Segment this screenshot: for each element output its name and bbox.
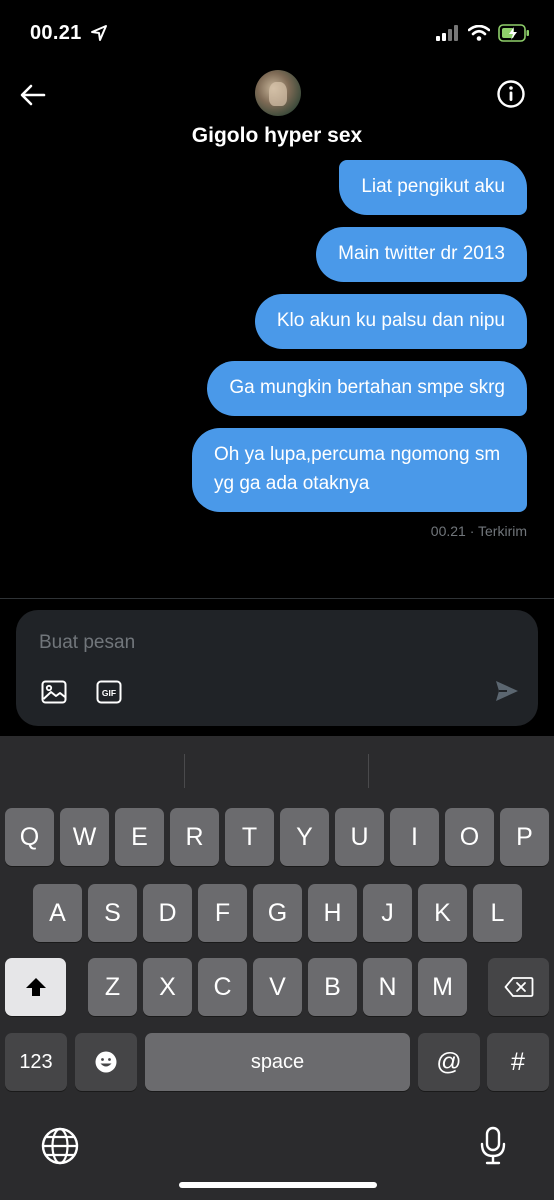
message-composer: GIF [16,610,538,726]
key-f[interactable]: F [198,884,247,942]
key-z[interactable]: Z [88,958,137,1016]
message-bubble[interactable]: Ga mungkin bertahan smpe skrg [207,361,527,416]
location-arrow-icon [91,25,107,41]
conversation-header: Gigolo hyper sex [0,66,554,162]
at-key[interactable]: @ [418,1033,480,1091]
status-time: 00.21 [30,22,82,44]
key-i[interactable]: I [390,808,439,866]
key-s[interactable]: S [88,884,137,942]
shift-icon [25,978,46,996]
key-u[interactable]: U [335,808,384,866]
numbers-key[interactable]: 123 [5,1033,67,1091]
space-key[interactable]: space [145,1033,410,1091]
home-indicator [179,1182,377,1188]
message-bubble[interactable]: Oh ya lupa,percuma ngomong sm yg ga ada … [192,428,527,512]
gif-icon[interactable]: GIF [96,680,122,704]
key-n[interactable]: N [363,958,412,1016]
message-input[interactable] [39,632,459,654]
key-a[interactable]: A [33,884,82,942]
key-d[interactable]: D [143,884,192,942]
hash-key[interactable]: # [487,1033,549,1091]
message-bubble[interactable]: Main twitter dr 2013 [316,227,527,282]
key-c[interactable]: C [198,958,247,1016]
key-q[interactable]: Q [5,808,54,866]
key-g[interactable]: G [253,884,302,942]
wifi-icon [468,25,490,41]
status-bar: 00.21 [0,0,554,66]
backspace-icon [504,977,533,997]
suggestion-separator [368,754,369,788]
delete-key[interactable] [488,958,549,1016]
key-e[interactable]: E [115,808,164,866]
key-v[interactable]: V [253,958,302,1016]
key-y[interactable]: Y [280,808,329,866]
key-j[interactable]: J [363,884,412,942]
key-w[interactable]: W [60,808,109,866]
key-b[interactable]: B [308,958,357,1016]
image-icon[interactable] [41,680,67,704]
key-l[interactable]: L [473,884,522,942]
key-r[interactable]: R [170,808,219,866]
key-k[interactable]: K [418,884,467,942]
status-indicators [436,22,530,44]
emoji-icon [95,1051,117,1073]
keyboard: Q W E R T Y U I O P A S D F G H J K L Z … [0,736,554,1200]
emoji-key[interactable] [75,1033,137,1091]
shift-key[interactable] [5,958,66,1016]
microphone-icon[interactable] [478,1126,508,1166]
key-t[interactable]: T [225,808,274,866]
contact-name[interactable]: Gigolo hyper sex [0,124,554,148]
send-icon[interactable] [494,678,520,704]
key-p[interactable]: P [500,808,549,866]
battery-icon [498,24,529,42]
arrow-left-icon[interactable] [18,80,48,110]
suggestion-separator [184,754,185,788]
message-bubble[interactable]: Liat pengikut aku [339,160,527,215]
globe-icon[interactable] [40,1126,80,1166]
key-m[interactable]: M [418,958,467,1016]
key-x[interactable]: X [143,958,192,1016]
message-bubble[interactable]: Klo akun ku palsu dan nipu [254,294,527,349]
divider [0,598,554,599]
svg-text:GIF: GIF [102,688,116,698]
info-icon[interactable] [496,79,526,109]
avatar[interactable] [255,70,301,116]
message-list: Liat pengikut aku Main twitter dr 2013 K… [27,160,527,512]
message-status: 00.21 · Terkirim [430,523,527,539]
key-o[interactable]: O [445,808,494,866]
key-h[interactable]: H [308,884,357,942]
signal-icon [436,25,458,41]
